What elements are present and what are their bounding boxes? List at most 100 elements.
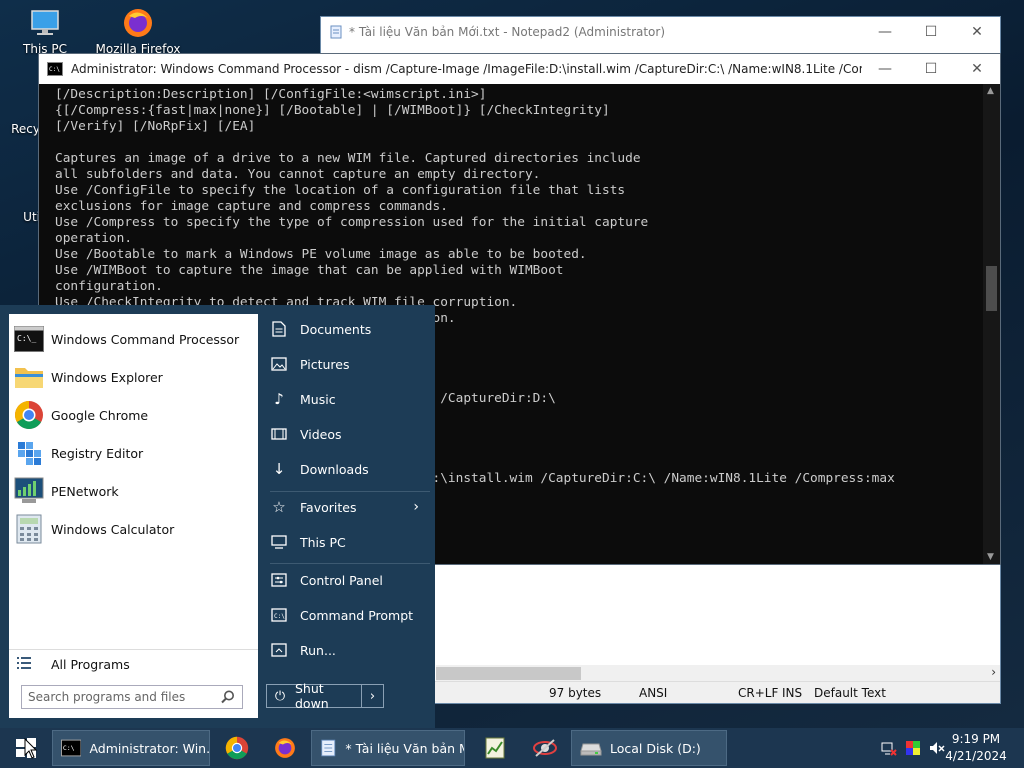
- clock-time: 9:19 PM: [951, 732, 1001, 746]
- chart-document-icon: [485, 737, 505, 759]
- all-programs-label: All Programs: [51, 657, 130, 672]
- program-item-penetwork[interactable]: PENetwork: [9, 472, 258, 510]
- notepad-title: * Tài liệu Văn bản Mới.txt - Notepad2 (A…: [349, 25, 666, 39]
- taskbar-button-label: * Tài liệu Văn bản M...: [345, 740, 464, 756]
- place-pictures[interactable]: Pictures: [266, 348, 431, 380]
- search-input[interactable]: Search programs and files: [21, 685, 243, 709]
- maximize-button[interactable]: ☐: [908, 54, 954, 84]
- close-button[interactable]: ✕: [954, 54, 1000, 84]
- svg-text:C:\_: C:\_: [17, 334, 36, 343]
- taskbar-button-label: Administrator: Win...: [89, 740, 209, 756]
- chrome-icon: [13, 399, 45, 431]
- place-videos[interactable]: Videos: [266, 418, 431, 450]
- clock[interactable]: 9:19 PM 4/21/2024: [936, 731, 1016, 765]
- console-line: [/Verify] [/NoRpFix] [/EA]: [55, 119, 256, 134]
- console-line: Use /WIMBoot to capture the image that c…: [55, 263, 564, 278]
- program-label: Windows Explorer: [51, 369, 163, 385]
- run-icon: [266, 643, 292, 657]
- place-music[interactable]: ♪ Music: [266, 383, 431, 415]
- place-label: Control Panel: [300, 572, 383, 588]
- place-command-prompt[interactable]: C:\ Command Prompt: [266, 599, 431, 631]
- place-control-panel[interactable]: Control Panel: [266, 564, 431, 596]
- svg-text:C:\: C:\: [274, 613, 285, 620]
- scrollbar-thumb[interactable]: [436, 667, 581, 680]
- place-run[interactable]: Run...: [266, 634, 431, 666]
- notepad-titlebar[interactable]: * Tài liệu Văn bản Mới.txt - Notepad2 (A…: [321, 17, 1000, 47]
- svg-text:C:\: C:\: [63, 744, 75, 752]
- minimize-button[interactable]: —: [862, 54, 908, 84]
- cmd-title: Administrator: Windows Command Processor…: [71, 62, 862, 76]
- search-icon[interactable]: [220, 689, 236, 705]
- program-label: PENetwork: [51, 483, 119, 499]
- start-menu: C:\_ Windows Command Processor Windows E…: [0, 305, 435, 728]
- console-line: Use /Bootable to mark a Windows PE volum…: [55, 247, 587, 262]
- all-programs-button[interactable]: All Programs: [9, 649, 258, 679]
- taskbar-pin-chrome[interactable]: [222, 730, 252, 766]
- taskbar-button-local-disk[interactable]: Local Disk (D:): [571, 730, 727, 766]
- cmd-titlebar[interactable]: C:\ Administrator: Windows Command Proce…: [39, 54, 1000, 84]
- close-button[interactable]: ✕: [954, 17, 1000, 47]
- taskbar-button-label: Local Disk (D:): [610, 740, 701, 756]
- cmd-vertical-scrollbar[interactable]: ▲ ▼: [983, 84, 1000, 564]
- scroll-right-icon[interactable]: ›: [991, 665, 996, 679]
- taskbar-button-notepad[interactable]: * Tài liệu Văn bản M...: [311, 730, 465, 766]
- desktop-icon-firefox[interactable]: Mozilla Firefox: [93, 6, 183, 56]
- place-label: Run...: [300, 642, 336, 658]
- chrome-icon: [225, 736, 249, 760]
- taskbar: C:\ Administrator: Win... * Tài liệu Văn…: [0, 728, 1024, 768]
- program-item-cmd[interactable]: C:\_ Windows Command Processor: [9, 320, 258, 358]
- desktop-icon-utilities[interactable]: Uti: [0, 210, 40, 224]
- mouse-cursor-icon: [24, 738, 38, 759]
- place-label: This PC: [300, 534, 346, 550]
- search-placeholder: Search programs and files: [28, 690, 186, 704]
- start-places-pane: Documents Pictures ♪ Music Videos ↓ Down…: [262, 305, 435, 728]
- taskbar-button-cmd[interactable]: C:\ Administrator: Win...: [52, 730, 210, 766]
- taskbar-pin-network-tool[interactable]: [530, 730, 560, 766]
- minimize-button[interactable]: —: [862, 17, 908, 47]
- download-icon: ↓: [272, 460, 286, 478]
- taskbar-pin-chart-app[interactable]: [480, 730, 510, 766]
- status-mode[interactable]: INS: [782, 686, 802, 700]
- status-scheme[interactable]: Default Text: [814, 686, 886, 700]
- place-downloads[interactable]: ↓ Downloads: [266, 453, 431, 485]
- notepad-icon: [330, 25, 342, 39]
- cmd-icon: C:\: [61, 739, 82, 757]
- program-item-chrome[interactable]: Google Chrome: [9, 396, 258, 434]
- shutdown-button[interactable]: ⏻ Shut down ›: [266, 681, 384, 711]
- console-line: Captures an image of a drive to a new WI…: [55, 151, 641, 166]
- registry-icon: [13, 437, 45, 469]
- desktop-icon-this-pc[interactable]: This PC: [0, 6, 90, 56]
- shutdown-label: Shut down: [295, 681, 329, 711]
- program-item-regedit[interactable]: Registry Editor: [9, 434, 258, 472]
- tray-network-icon[interactable]: [880, 730, 898, 766]
- scrollbar-thumb[interactable]: [986, 266, 997, 311]
- console-line: all subfolders and data. You cannot capt…: [55, 167, 541, 182]
- console-line: Use /Compress to specify the type of com…: [55, 215, 649, 230]
- power-icon: ⏻: [274, 688, 286, 704]
- desktop-icon-recycle-bin[interactable]: Recy: [0, 122, 40, 136]
- terminal-icon: C:\: [266, 608, 292, 622]
- place-label: Favorites: [300, 499, 357, 515]
- status-eol[interactable]: CR+LF: [738, 686, 778, 700]
- program-label: Windows Command Processor: [51, 331, 240, 347]
- start-programs-pane: C:\_ Windows Command Processor Windows E…: [9, 314, 258, 718]
- status-encoding[interactable]: ANSI: [639, 686, 667, 700]
- scroll-down-icon[interactable]: ▼: [987, 552, 994, 562]
- notepad-horizontal-scrollbar[interactable]: ›: [436, 665, 1000, 682]
- tray-display-icon[interactable]: [904, 730, 922, 766]
- place-documents[interactable]: Documents: [266, 313, 431, 345]
- place-label: Command Prompt: [300, 607, 414, 623]
- taskbar-pin-firefox[interactable]: [270, 730, 300, 766]
- notepad-icon: [321, 739, 336, 757]
- list-icon: [17, 657, 31, 672]
- program-item-calculator[interactable]: Windows Calculator: [9, 510, 258, 548]
- chevron-right-icon: ›: [413, 499, 419, 515]
- place-label: Pictures: [300, 356, 350, 372]
- program-item-explorer[interactable]: Windows Explorer: [9, 358, 258, 396]
- place-favorites[interactable]: ☆ Favorites ›: [266, 491, 431, 523]
- scroll-up-icon[interactable]: ▲: [987, 86, 994, 96]
- place-this-pc[interactable]: This PC: [266, 526, 431, 558]
- maximize-button[interactable]: ☐: [908, 17, 954, 47]
- console-line: [/Description:Description] [/ConfigFile:…: [55, 87, 487, 102]
- shutdown-options-chevron-icon[interactable]: ›: [361, 685, 383, 707]
